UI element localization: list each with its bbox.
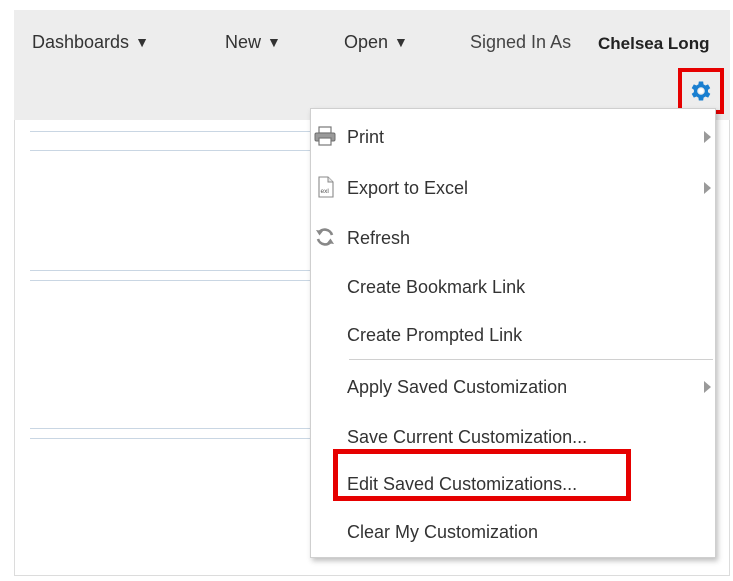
menu-item-export-to-excel[interactable]: exl Export to Excel [311,170,715,204]
settings-dropdown-menu: Print exl Export to Excel Refresh Create… [310,108,716,558]
top-menu-bar: Dashboards ▼ New ▼ Open ▼ Signed In As Chel… [14,32,730,58]
header-bar: Dashboards ▼ New ▼ Open ▼ Signed In As Chel… [14,10,730,120]
signed-in-label: Signed In As [470,32,572,52]
menu-item-label: Save Current Customization... [347,427,588,447]
menu-item-label: Apply Saved Customization [347,377,568,397]
user-name[interactable]: Chelsea Long [598,34,709,54]
menu-item-label: Clear My Customization [347,522,539,542]
open-label: Open [344,32,389,52]
divider-line [30,150,310,151]
submenu-arrow-icon [704,381,711,393]
new-label: New [225,32,262,52]
menu-item-label: Print [347,127,385,147]
printer-icon [314,126,336,146]
menu-item-edit-saved-customizations[interactable]: Edit Saved Customizations... [311,466,715,500]
menu-item-print[interactable]: Print [311,119,715,153]
menu-item-refresh[interactable]: Refresh [311,220,715,254]
divider-line [30,280,310,281]
dashboards-menu[interactable]: Dashboards ▼ [32,32,149,53]
submenu-arrow-icon [704,182,711,194]
menu-item-create-bookmark-link[interactable]: Create Bookmark Link [311,269,715,303]
submenu-arrow-icon [704,131,711,143]
menu-item-create-prompted-link[interactable]: Create Prompted Link [311,317,715,351]
menu-item-apply-saved-customization[interactable]: Apply Saved Customization [311,369,715,403]
dashboards-label: Dashboards [32,32,130,52]
open-menu[interactable]: Open ▼ [344,32,408,53]
menu-item-save-current-customization[interactable]: Save Current Customization... [311,419,715,453]
chevron-down-icon: ▼ [135,34,149,50]
excel-file-icon: exl [318,176,334,198]
refresh-icon [316,228,334,246]
divider-line [30,131,310,132]
gear-icon [691,81,711,101]
divider-line [30,270,310,271]
chevron-down-icon: ▼ [394,34,408,50]
menu-item-label: Refresh [347,228,411,248]
divider-line [30,428,310,429]
chevron-down-icon: ▼ [267,34,281,50]
menu-item-label: Edit Saved Customizations... [347,474,578,494]
menu-item-clear-my-customization[interactable]: Clear My Customization [311,514,715,548]
svg-text:exl: exl [321,188,330,195]
new-menu[interactable]: New ▼ [225,32,281,53]
menu-item-label: Create Prompted Link [347,325,523,345]
menu-item-label: Create Bookmark Link [347,277,526,297]
menu-separator [349,359,713,360]
menu-item-label: Export to Excel [347,178,469,198]
divider-line [30,438,310,439]
